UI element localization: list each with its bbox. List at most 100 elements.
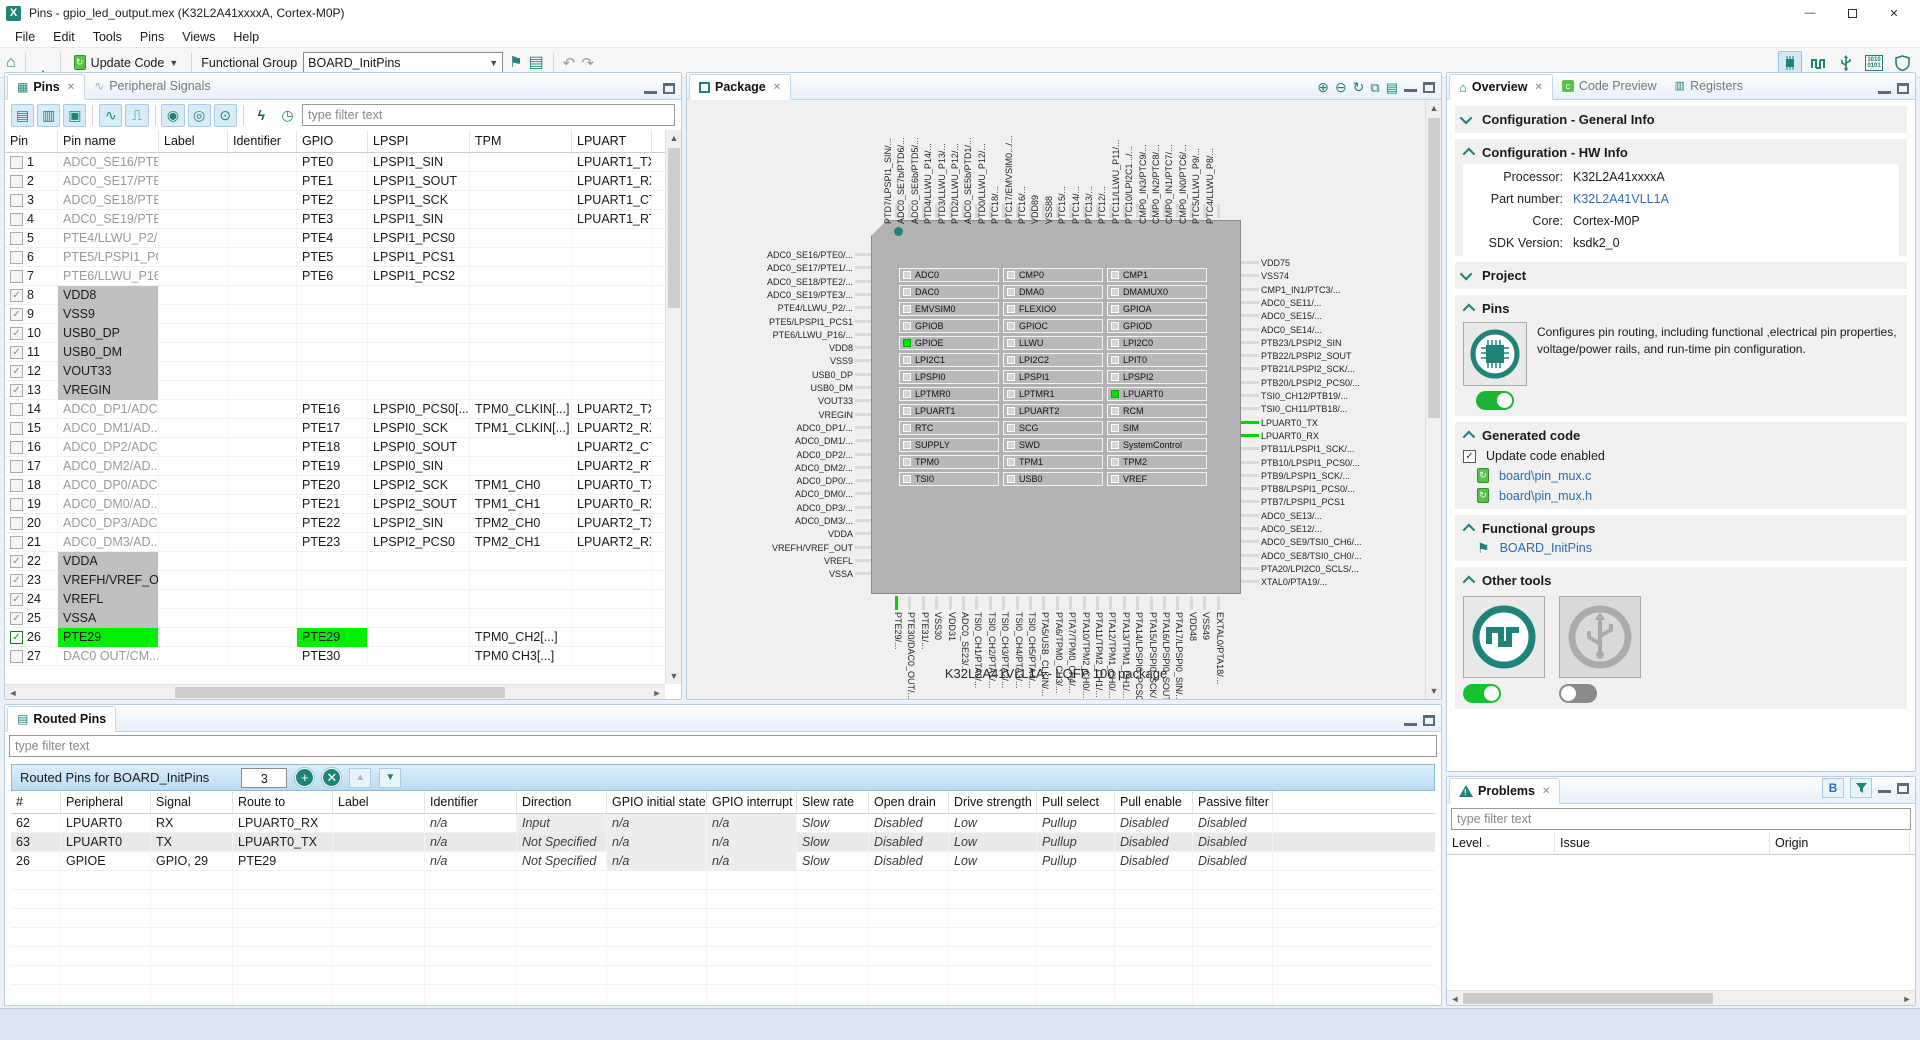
- peripheral-block-rcm[interactable]: RCM: [1107, 404, 1207, 418]
- table-row[interactable]: 18ADC0_DP0/ADC...PTE20LPSPI2_SCKTPM1_CH0…: [5, 476, 681, 495]
- column-header-signal[interactable]: Signal: [151, 791, 233, 813]
- peripheral-block-tsi0[interactable]: TSI0: [899, 472, 999, 486]
- pin-label-top[interactable]: PTC16/...: [1017, 112, 1027, 224]
- table-row[interactable]: 15ADC0_DM1/AD...PTE17LPSPI0_SCKTPM1_CLKI…: [5, 419, 681, 438]
- close-icon[interactable]: ✕: [67, 82, 75, 93]
- pin-label-left[interactable]: VSSA: [703, 569, 853, 579]
- column-header-level[interactable]: Level ⌄: [1447, 832, 1555, 854]
- menu-item-tools[interactable]: Tools: [84, 28, 131, 46]
- peripheral-block-swd[interactable]: SWD: [1003, 438, 1103, 452]
- peripheral-block-vref[interactable]: VREF: [1107, 472, 1207, 486]
- maximize-panel-icon[interactable]: [663, 83, 675, 94]
- pin-label-bottom[interactable]: PTA13/TPM1_CH1/...: [1121, 612, 1131, 700]
- menu-item-views[interactable]: Views: [173, 28, 224, 46]
- pin-label-left[interactable]: ADC0_DP0/...: [703, 476, 853, 486]
- pin-label-bottom[interactable]: PTE30/DAC0_OUT/...: [906, 612, 916, 700]
- chevron-down-icon[interactable]: [1460, 268, 1473, 281]
- chevron-down-icon[interactable]: [1460, 112, 1473, 125]
- column-header-issue[interactable]: Issue: [1555, 832, 1770, 854]
- flag-icon[interactable]: ⚑: [509, 55, 522, 70]
- table-row[interactable]: 3ADC0_SE18/PTE...PTE2LPSPI1_SCKLPUART1_C…: [5, 191, 681, 210]
- pin-checkbox[interactable]: ✓: [10, 612, 23, 625]
- pin-label-left[interactable]: VDDA: [703, 529, 853, 539]
- peripheral-block-lptmr0[interactable]: LPTMR0: [899, 387, 999, 401]
- pin-checkbox[interactable]: [10, 213, 23, 226]
- pin-label-right[interactable]: ADC0_SE13/...: [1261, 511, 1429, 521]
- peripheral-block-gpiod[interactable]: GPIOD: [1107, 319, 1207, 333]
- pin-checkbox[interactable]: ✓: [10, 574, 23, 587]
- pin-label-top[interactable]: PTC15/...: [1057, 112, 1067, 224]
- pin-label-bottom[interactable]: VDD31: [947, 612, 957, 700]
- pin-checkbox[interactable]: [10, 422, 23, 435]
- pin-label-left[interactable]: VOUT33: [703, 396, 853, 406]
- table-row[interactable]: ✓22VDDA: [5, 552, 681, 571]
- peripheral-block-usb0[interactable]: USB0: [1003, 472, 1103, 486]
- peripheral-block-lptmr1[interactable]: LPTMR1: [1003, 387, 1103, 401]
- undo-icon[interactable]: ↶: [563, 54, 576, 72]
- routed-filter-input[interactable]: type filter text: [9, 735, 1437, 757]
- minimize-panel-icon[interactable]: [1404, 82, 1417, 92]
- pin-label-left[interactable]: VREGIN: [703, 410, 853, 420]
- peripheral-block-gpioe[interactable]: GPIOE: [899, 336, 999, 350]
- maximize-panel-icon[interactable]: [1897, 83, 1909, 94]
- table-row[interactable]: 17ADC0_DM2/AD...PTE19LPSPI0_SINLPUART2_R…: [5, 457, 681, 476]
- pin-checkbox[interactable]: ✓: [10, 346, 23, 359]
- table-row[interactable]: 5PTE4/LLWU_P2/...PTE4LPSPI1_PCS0: [5, 229, 681, 248]
- table-row[interactable]: 6PTE5/LPSPI1_PC...PTE5LPSPI1_PCS1: [5, 248, 681, 267]
- column-header-route-to[interactable]: Route to: [233, 791, 333, 813]
- pins-tool-icon[interactable]: [1778, 51, 1802, 75]
- peripheral-block-gpioa[interactable]: GPIOA: [1107, 302, 1207, 316]
- pin-checkbox[interactable]: ✓: [10, 289, 23, 302]
- pin-label-top[interactable]: CMP0_IN2/PTC8/...: [1151, 112, 1161, 224]
- peripherals-tool-tile[interactable]: [1559, 596, 1641, 678]
- table-row[interactable]: 14ADC0_DP1/ADC...PTE16LPSPI0_PCS0[...]TP…: [5, 400, 681, 419]
- peripheral-block-dac0[interactable]: DAC0: [899, 285, 999, 299]
- section-generated-code[interactable]: Generated code ✓ Update code enabled ↻ b…: [1455, 422, 1907, 509]
- pin-label-right[interactable]: ADC0_SE15/...: [1261, 311, 1429, 321]
- peripherals-tool-icon[interactable]: [1834, 51, 1858, 75]
- filter-funnel-icon[interactable]: [1850, 778, 1872, 798]
- pin-label-left[interactable]: ADC0_DM3/...: [703, 516, 853, 526]
- peripheral-block-flexio0[interactable]: FLEXIO0: [1003, 302, 1103, 316]
- peripheral-block-cmp0[interactable]: CMP0: [1003, 268, 1103, 282]
- pin-label-left[interactable]: ADC0_SE16/PTE0/...: [703, 250, 853, 260]
- chevron-up-icon[interactable]: [1463, 524, 1476, 537]
- pin-label-left[interactable]: USB0_DP: [703, 370, 853, 380]
- chevron-up-icon[interactable]: [1463, 576, 1476, 589]
- pin-label-top[interactable]: PTD4/LLWU_P14/...: [923, 112, 933, 224]
- pin-label-left[interactable]: ADC0_DP2/...: [703, 450, 853, 460]
- column-header-origin[interactable]: Origin: [1770, 832, 1910, 854]
- pin-label-left[interactable]: ADC0_DM2/...: [703, 463, 853, 473]
- pin-label-left[interactable]: USB0_DM: [703, 383, 853, 393]
- pin-label-left[interactable]: VSS9: [703, 356, 853, 366]
- pin-label-top[interactable]: PTC5/LLWU_P9/...: [1191, 112, 1201, 224]
- view-package-pins-icon[interactable]: ▤: [11, 104, 34, 127]
- tab-registers[interactable]: ▥ Registers: [1666, 73, 1752, 99]
- column-header-direction[interactable]: Direction: [517, 791, 607, 813]
- clocks-tool-toggle[interactable]: [1463, 684, 1501, 703]
- pin-checkbox[interactable]: [10, 270, 23, 283]
- problems-horizontal-scrollbar[interactable]: ◄ ►: [1447, 990, 1915, 1005]
- peripheral-block-emvsim0[interactable]: EMVSIM0: [899, 302, 999, 316]
- table-row[interactable]: ✓13VREGIN: [5, 381, 681, 400]
- pin-label-bottom[interactable]: PTA12/TPM1_CH0/...: [1107, 612, 1117, 700]
- pin-label-left[interactable]: VREFH/VREF_OUT: [703, 543, 853, 553]
- pin-label-left[interactable]: ADC0_SE17/PTE1/...: [703, 263, 853, 273]
- pin-label-bottom[interactable]: ADC0_SE23/...: [960, 612, 970, 700]
- peripheral-block-lpi2c2[interactable]: LPI2C2: [1003, 353, 1103, 367]
- pin-label-bottom[interactable]: PTA17/LPSPI0_SIN/...: [1174, 612, 1184, 700]
- zoom-out-icon[interactable]: ⊖: [1335, 80, 1347, 94]
- section-other-tools[interactable]: Other tools: [1455, 567, 1907, 709]
- view-package-icon[interactable]: ▣: [63, 104, 86, 127]
- tab-pins[interactable]: ▦ Pins ✕: [7, 74, 85, 100]
- pin-label-right[interactable]: TSI0_CH11/PTB18/...: [1261, 404, 1429, 414]
- close-icon[interactable]: ✕: [773, 82, 781, 93]
- peripheral-block-supply[interactable]: SUPPLY: [899, 438, 999, 452]
- pin-label-bottom[interactable]: TSI0_CH1/PTA0/...: [973, 612, 983, 700]
- pin-checkbox[interactable]: ✓: [10, 555, 23, 568]
- pin-label-bottom[interactable]: VSS49: [1201, 612, 1211, 700]
- home-icon[interactable]: ⌂: [6, 55, 16, 71]
- column-header-drive-strength[interactable]: Drive strength: [949, 791, 1037, 813]
- minimize-panel-icon[interactable]: [1878, 783, 1891, 793]
- tab-routed-pins[interactable]: ▤ Routed Pins: [7, 706, 116, 732]
